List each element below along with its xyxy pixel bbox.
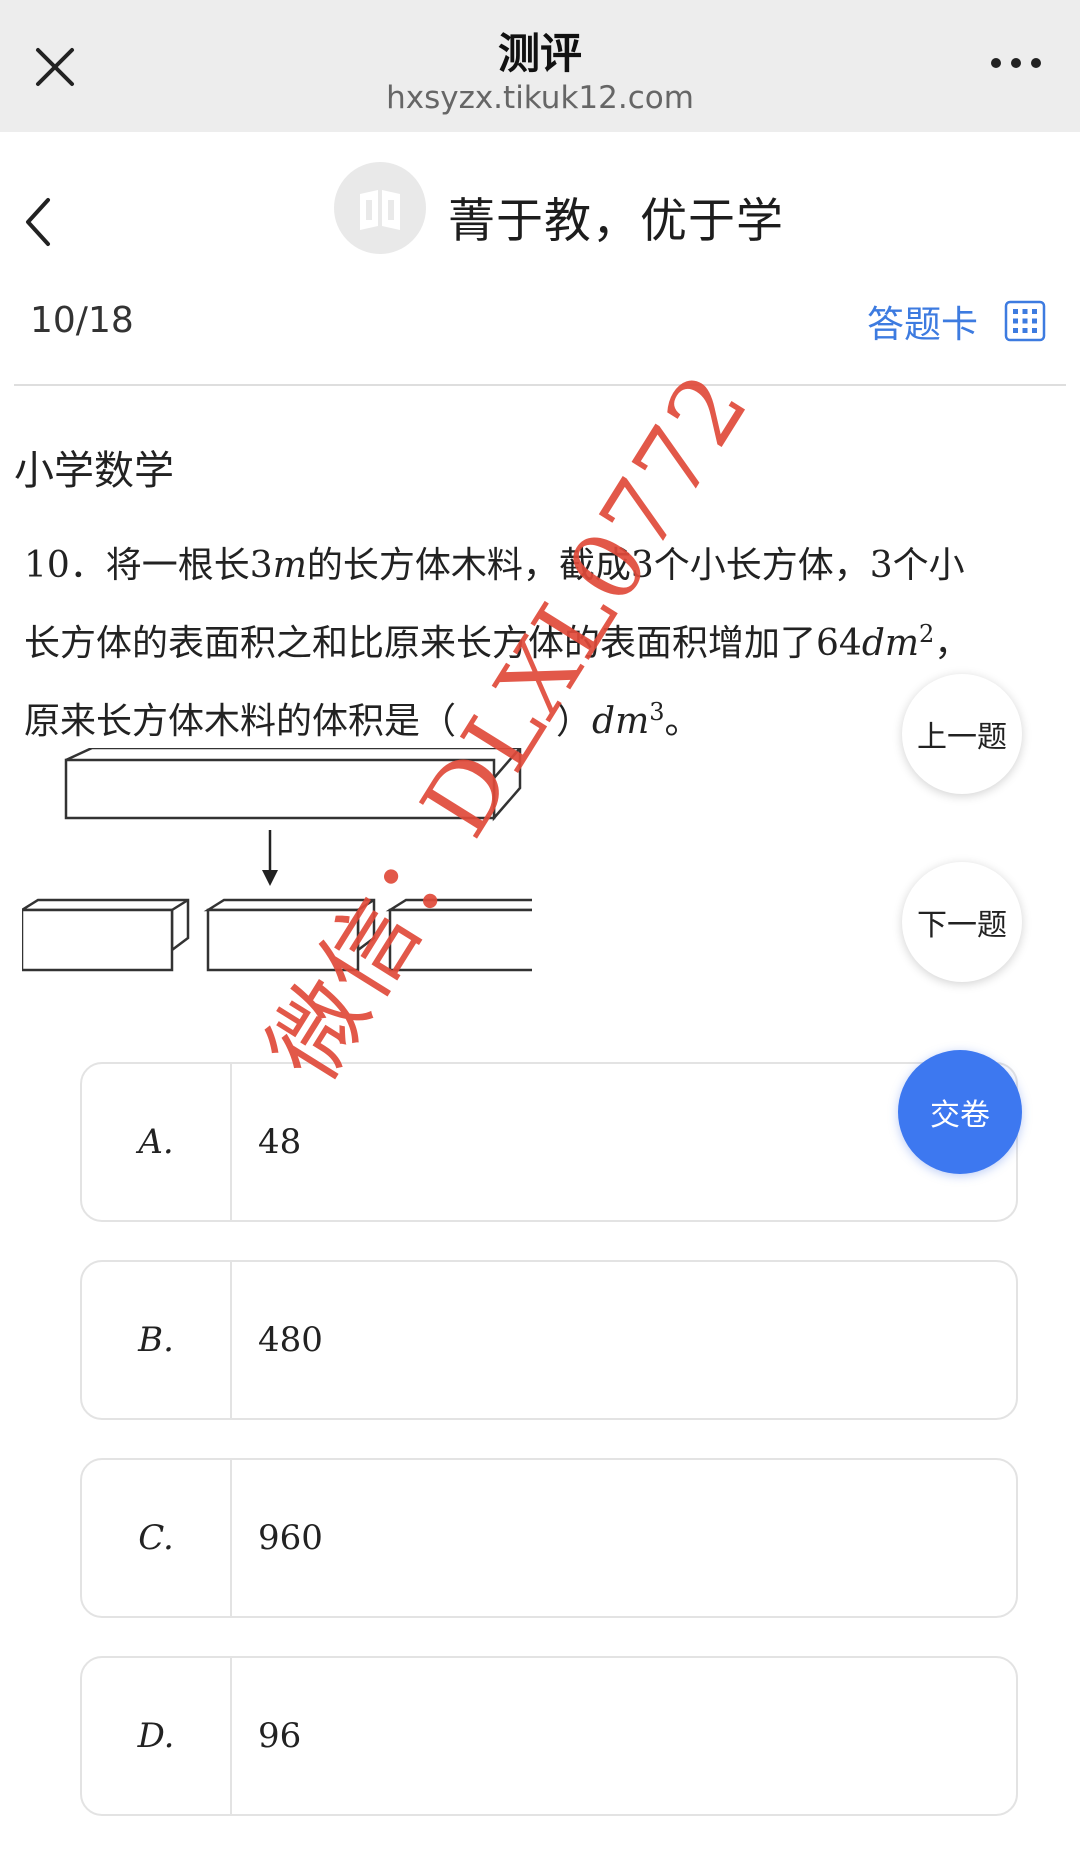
- question-line-2: 长方体的表面积之和比原来长方体的表面积增加了64dm2，: [24, 620, 971, 664]
- grid-icon: [1004, 300, 1046, 342]
- option-value: 48: [258, 1122, 302, 1162]
- submit-button[interactable]: 交卷: [898, 1050, 1022, 1174]
- subject-label: 小学数学: [14, 448, 174, 494]
- browser-top-bar: 测评 hxsyzx.tikuk12.com: [0, 0, 1080, 132]
- site-title: 菁于教，优于学: [448, 194, 784, 249]
- back-chevron-icon[interactable]: [18, 192, 58, 252]
- answer-card-label: 答题卡: [867, 303, 978, 346]
- option-value: 960: [258, 1518, 323, 1558]
- option-value: 96: [258, 1716, 302, 1756]
- option-d[interactable]: D. 96: [80, 1656, 1018, 1816]
- answer-card-button[interactable]: 答题卡: [867, 296, 1046, 346]
- option-value: 480: [258, 1320, 323, 1360]
- cuboid-figure: [22, 748, 532, 972]
- question-line-1: 10．将一根长3m的长方体木料，截成3个小长方体，3个小: [24, 545, 965, 586]
- option-c[interactable]: C. 960: [80, 1458, 1018, 1618]
- divider: [14, 384, 1066, 386]
- option-letter: B.: [82, 1262, 232, 1418]
- option-b[interactable]: B. 480: [80, 1260, 1018, 1420]
- more-icon[interactable]: [988, 52, 1044, 74]
- option-letter: C.: [82, 1460, 232, 1616]
- page-title: 测评: [497, 29, 582, 78]
- site-header: 菁于教，优于学: [0, 132, 1080, 302]
- option-a[interactable]: A. 48: [80, 1062, 1018, 1222]
- option-letter: D.: [82, 1658, 232, 1814]
- question-counter: 10/18: [30, 300, 134, 341]
- question-line-3: 原来长方体木料的体积是（ ）dm3。: [24, 698, 701, 742]
- page-url: hxsyzx.tikuk12.com: [386, 80, 694, 116]
- book-logo-icon: [334, 162, 426, 254]
- next-question-button[interactable]: 下一题: [902, 862, 1022, 982]
- option-letter: A.: [82, 1064, 232, 1220]
- prev-question-button[interactable]: 上一题: [902, 674, 1022, 794]
